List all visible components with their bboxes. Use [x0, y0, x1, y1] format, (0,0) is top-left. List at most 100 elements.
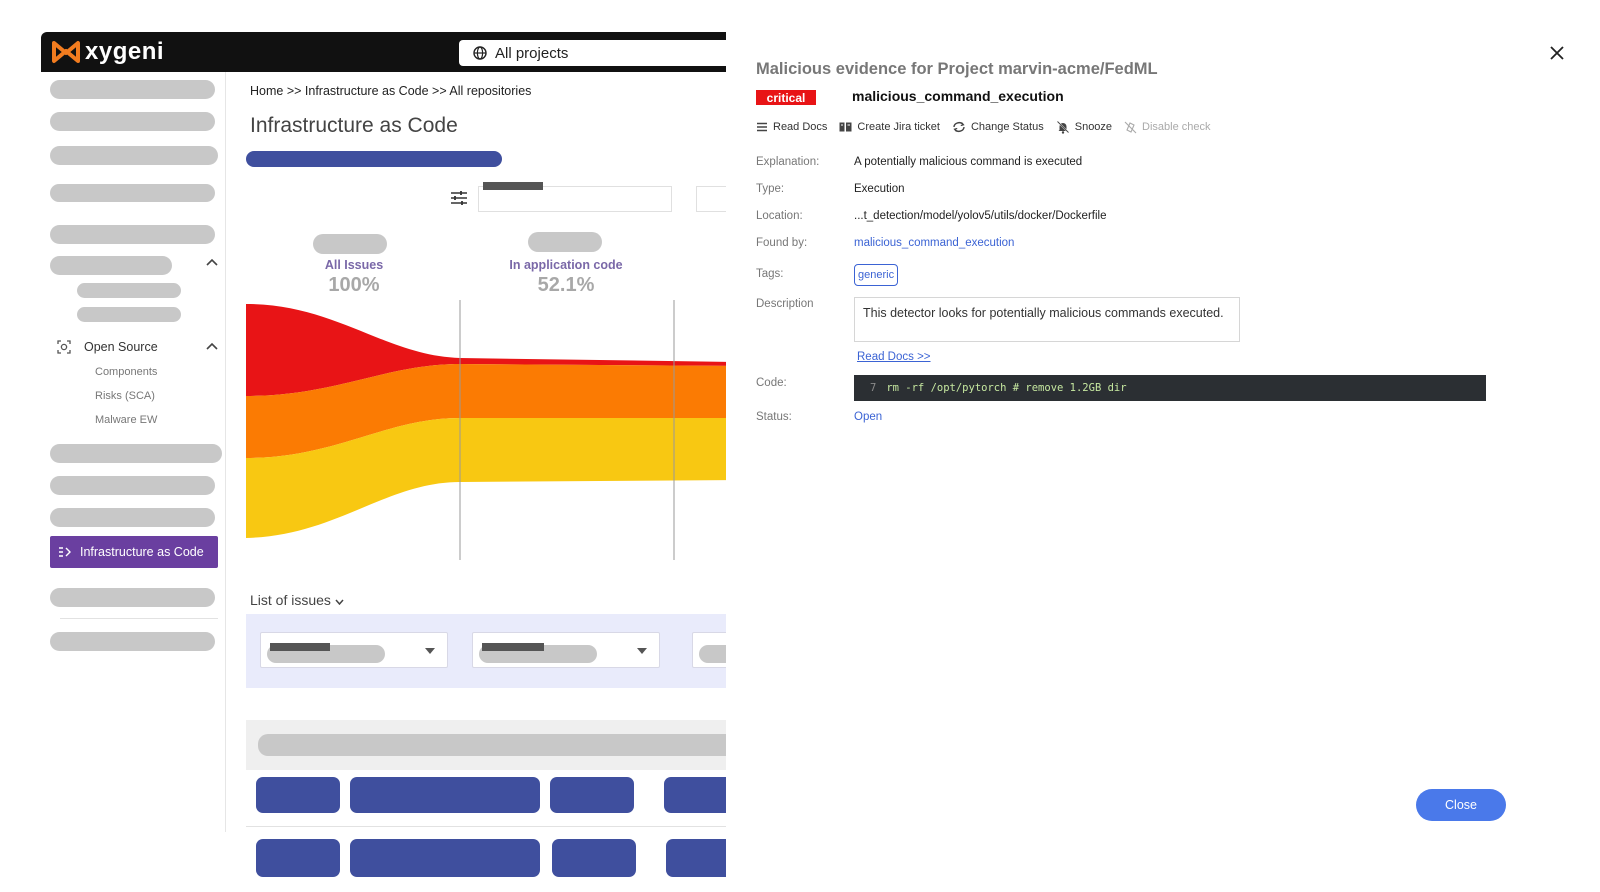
action-label: Read Docs [773, 121, 828, 133]
panel-title: Malicious evidence for Project marvin-ac… [756, 60, 1158, 78]
table-cell-placeholder[interactable] [256, 839, 340, 877]
type-label: Type: [756, 183, 785, 195]
sidebar-item-placeholder[interactable] [50, 225, 215, 244]
flow-column-toggle[interactable] [528, 232, 602, 252]
sidebar-item-placeholder[interactable] [50, 632, 215, 651]
table-cell-placeholder[interactable] [552, 839, 636, 877]
logo-text: xygeni [85, 38, 165, 65]
search-label-placeholder [483, 182, 543, 190]
action-label: Snooze [1074, 121, 1113, 133]
caret-down-icon [425, 648, 435, 654]
logo[interactable]: xygeni [51, 36, 164, 68]
sidebar-item-placeholder[interactable] [50, 508, 215, 527]
tab-placeholder[interactable] [246, 151, 502, 167]
evidence-detail-panel: Malicious evidence for Project marvin-ac… [726, 0, 1600, 892]
sidebar-item-open-source[interactable]: Open Source [84, 340, 158, 354]
page-title: Infrastructure as Code [250, 114, 458, 137]
filter-label-placeholder [270, 643, 330, 651]
read-docs-link[interactable]: Read Docs >> [857, 351, 931, 363]
sidebar-item-risks-sca[interactable]: Risks (SCA) [95, 390, 155, 402]
sidebar-item-placeholder[interactable] [50, 476, 215, 495]
table-cell-placeholder[interactable] [666, 839, 726, 877]
flow-column-percent: 52.1% [537, 274, 595, 296]
globe-icon [473, 46, 487, 60]
description-box: This detector looks for potentially mali… [854, 297, 1240, 342]
sidebar-divider [60, 618, 218, 619]
flow-column-percent: 100% [328, 274, 380, 296]
found-by-link[interactable]: malicious_command_execution [854, 237, 1014, 249]
table-cell-placeholder[interactable] [350, 777, 540, 813]
location-value[interactable]: ...t_detection/model/yolov5/utils/docker… [854, 210, 1106, 222]
found-by-label: Found by: [756, 237, 808, 249]
sidebar-item-placeholder[interactable] [50, 184, 215, 202]
caret-down-icon [637, 648, 647, 654]
filter-label-placeholder [482, 643, 544, 651]
app-background: xygeni All projects Open Source Componen… [0, 0, 726, 892]
bell-off-icon [1056, 120, 1069, 134]
list-icon [757, 122, 767, 132]
chevron-down-icon [335, 599, 344, 606]
open-source-icon [57, 340, 71, 354]
flow-column-toggle[interactable] [313, 234, 387, 254]
project-selector-label: All projects [495, 44, 569, 62]
sidebar-item-placeholder[interactable] [50, 256, 172, 275]
filter-panel [246, 614, 726, 688]
disable-check-button[interactable]: Disable check [1124, 121, 1211, 134]
create-jira-ticket-button[interactable]: Create Jira ticket [839, 121, 940, 133]
type-value: Execution [854, 183, 905, 195]
status-value[interactable]: Open [854, 411, 882, 423]
flow-column-label: All Issues [324, 258, 384, 272]
action-label: Create Jira ticket [857, 121, 940, 133]
list-title-label: List of issues [250, 592, 331, 608]
flow-column-label: In application code [509, 258, 623, 272]
sidebar-item-placeholder[interactable] [50, 146, 218, 165]
sidebar-item-placeholder[interactable] [50, 444, 222, 463]
table-cell-placeholder[interactable] [664, 777, 726, 813]
table-cell-placeholder[interactable] [350, 839, 540, 877]
change-status-button[interactable]: Change Status [952, 121, 1044, 133]
status-label: Status: [756, 411, 792, 423]
sidebar-item-malware-ew[interactable]: Malware EW [95, 414, 157, 426]
code-line-number: 7 [870, 382, 877, 394]
filter-select[interactable] [692, 632, 726, 668]
tag-chip[interactable]: generic [854, 264, 899, 286]
iac-icon [59, 547, 71, 557]
row-divider [246, 826, 726, 827]
chevron-up-icon[interactable] [206, 342, 218, 350]
sidebar-item-placeholder[interactable] [50, 112, 215, 131]
top-bar: xygeni All projects [41, 32, 726, 72]
action-label: Disable check [1142, 121, 1211, 133]
sidebar-subitem-placeholder[interactable] [77, 283, 181, 298]
xygeni-logo-icon [52, 41, 80, 63]
sidebar-item-components[interactable]: Components [95, 366, 157, 378]
read-docs-button[interactable]: Read Docs [756, 121, 827, 133]
project-selector[interactable]: All projects [459, 40, 726, 66]
snooze-button[interactable]: Snooze [1056, 120, 1112, 134]
disable-icon [1124, 121, 1137, 133]
sidebar-item-label: Infrastructure as Code [80, 545, 204, 559]
location-label: Location: [756, 210, 803, 222]
list-of-issues-dropdown[interactable]: List of issues [250, 592, 344, 608]
action-label: Change Status [970, 121, 1044, 133]
refresh-icon [953, 122, 965, 132]
close-button[interactable]: Close [1416, 789, 1506, 821]
issues-flow-chart [246, 300, 726, 560]
description-label: Description [756, 298, 814, 310]
breadcrumb[interactable]: Home >> Infrastructure as Code >> All re… [250, 84, 531, 98]
table-cell-placeholder[interactable] [256, 777, 340, 813]
chevron-up-icon[interactable] [206, 258, 218, 266]
table-cell-placeholder[interactable] [550, 777, 634, 813]
jira-icon [839, 122, 852, 132]
table-header-placeholder [258, 734, 726, 756]
close-icon[interactable] [1546, 42, 1568, 64]
explanation-label: Explanation: [756, 156, 820, 168]
filter-settings-icon[interactable] [450, 190, 468, 206]
sidebar-item-infrastructure-as-code[interactable]: Infrastructure as Code [50, 536, 218, 568]
sidebar-subitem-placeholder[interactable] [77, 307, 181, 322]
sidebar-item-placeholder[interactable] [50, 80, 215, 99]
search-input[interactable] [696, 186, 726, 212]
filter-value-placeholder [699, 645, 726, 663]
code-label: Code: [756, 377, 787, 389]
sidebar-item-placeholder[interactable] [50, 588, 215, 607]
table-header [246, 720, 726, 770]
